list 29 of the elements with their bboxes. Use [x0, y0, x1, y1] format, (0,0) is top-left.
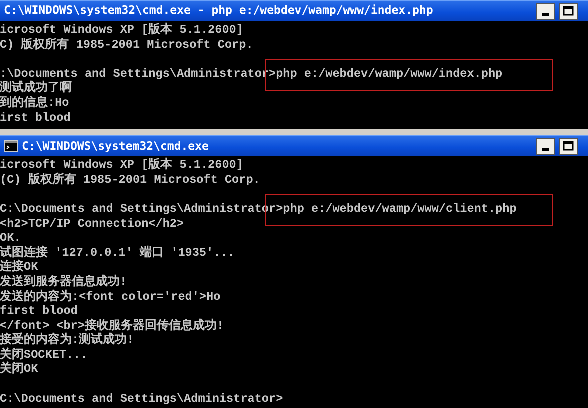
- minimize-icon: [542, 148, 549, 151]
- console-line: icrosoft Windows XP [版本 5.1.2600]: [0, 23, 244, 37]
- minimize-button[interactable]: [536, 2, 555, 20]
- console-line: 到的信息:Ho: [0, 96, 70, 110]
- console-line: 测试成功了啊: [0, 81, 72, 96]
- maximize-button[interactable]: [559, 138, 578, 155]
- maximize-icon: [563, 141, 574, 152]
- console-line: C) 版权所有 1985-2001 Microsoft Corp.: [0, 38, 254, 52]
- window-title: C:\WINDOWS\system32\cmd.exe: [22, 138, 209, 155]
- console-line: (C) 版权所有 1985-2001 Microsoft Corp.: [0, 172, 260, 187]
- console-line: C:\Documents and Settings\Administrator>: [0, 392, 284, 406]
- console-line: </font> <br>接收服务器回传信息成功!: [0, 318, 224, 333]
- console-line: irst blood: [0, 110, 71, 125]
- console-line: icrosoft Windows XP [版本 5.1.2600]: [0, 158, 244, 172]
- maximize-icon: [563, 6, 574, 16]
- console-line: 发送的内容为:<font color='red'>Ho: [0, 290, 221, 304]
- console-line: 关闭SOCKET...: [0, 348, 88, 362]
- minimize-button[interactable]: [536, 138, 555, 155]
- console-line: 发送到服务器信息成功!: [0, 274, 128, 289]
- console-line: OK.: [0, 231, 22, 246]
- window-title: C:\WINDOWS\system32\cmd.exe - php e:/webdev/wamp/www/index.php: [4, 2, 434, 20]
- console-line: 连接OK: [0, 260, 38, 274]
- console-line: 试图连接 '127.0.0.1' 端口 '1935'...: [0, 246, 235, 260]
- minimize-icon: [542, 12, 549, 16]
- console-line: 关闭OK: [0, 362, 38, 376]
- console-line: <h2>TCP/IP Connection</h2>: [0, 216, 184, 231]
- console-line: 接受的内容为:测试成功!: [0, 333, 134, 348]
- console-line: first blood: [0, 304, 78, 318]
- maximize-button[interactable]: [559, 2, 578, 20]
